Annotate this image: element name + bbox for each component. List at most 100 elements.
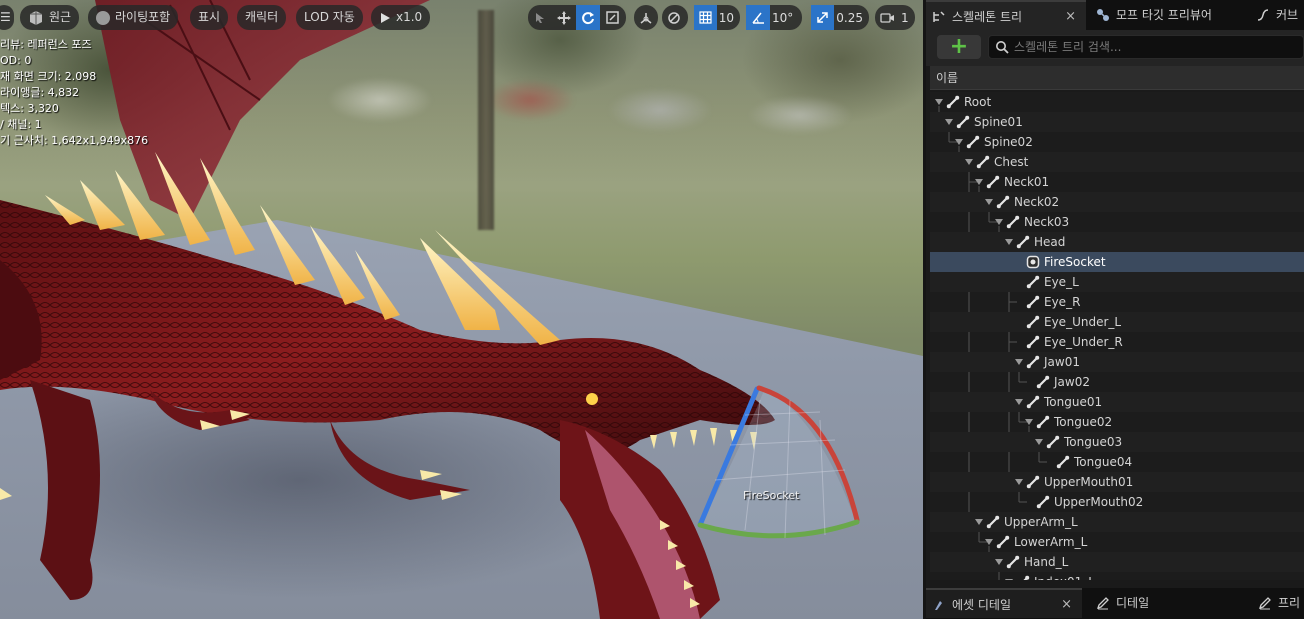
tab-preview-label: 프리 xyxy=(1278,596,1301,610)
socket-label: FireSocket xyxy=(743,489,800,502)
tab-morph-target-previewer[interactable]: 모프 타깃 프리뷰어 xyxy=(1090,0,1250,30)
bone-row[interactable]: Head xyxy=(930,232,1304,252)
lighting-button[interactable]: 라이팅포함 xyxy=(88,5,179,30)
tab-curves[interactable]: 커브 xyxy=(1250,0,1304,30)
expand-arrow-icon[interactable] xyxy=(935,99,943,105)
surface-snap-icon-cell xyxy=(662,5,686,30)
bone-label: Eye_R xyxy=(1044,295,1081,309)
expand-arrow-icon[interactable] xyxy=(975,179,983,185)
select-tool-button[interactable] xyxy=(528,5,552,30)
bone-row[interactable]: LowerArm_L xyxy=(930,532,1304,552)
socket-row[interactable]: FireSocket xyxy=(930,252,1304,272)
character-button[interactable]: 캐릭터 xyxy=(237,5,287,30)
tab-preview[interactable]: 프리 xyxy=(1252,588,1304,618)
search-input[interactable] xyxy=(1014,36,1294,58)
bone-row[interactable]: Spine01 xyxy=(930,112,1304,132)
bone-row[interactable]: Hand_L xyxy=(930,552,1304,572)
expand-arrow-icon[interactable] xyxy=(975,519,983,525)
tab-details[interactable]: 디테일 xyxy=(1090,588,1240,618)
show-button[interactable]: 표시 xyxy=(190,5,229,30)
surface-snap-button[interactable] xyxy=(662,5,688,30)
bone-row[interactable]: UpperMouth01 xyxy=(930,472,1304,492)
playback-speed-label: x1.0 xyxy=(396,10,423,24)
bone-row[interactable]: Eye_Under_R xyxy=(930,332,1304,352)
bone-row[interactable]: Index01_L xyxy=(930,572,1304,580)
translate-tool-button[interactable] xyxy=(552,5,576,30)
lod-button[interactable]: LOD 자동 xyxy=(296,5,363,30)
scale-snap-toggle[interactable] xyxy=(811,5,835,30)
expand-arrow-icon[interactable] xyxy=(1035,439,1043,445)
close-icon[interactable]: × xyxy=(1065,2,1076,32)
expand-arrow-icon[interactable] xyxy=(955,139,963,145)
playback-speed-button[interactable]: x1.0 xyxy=(371,5,431,30)
expand-arrow-icon[interactable] xyxy=(1025,419,1033,425)
expand-arrow-icon[interactable] xyxy=(985,539,993,545)
bone-row[interactable]: Tongue04 xyxy=(930,452,1304,472)
camera-speed-icon-cell xyxy=(875,5,899,30)
bone-row[interactable]: Root xyxy=(930,92,1304,112)
scale-tool-button[interactable] xyxy=(600,5,624,30)
bone-icon xyxy=(996,195,1010,209)
expand-arrow-icon[interactable] xyxy=(1015,359,1023,365)
scale-snap-icon xyxy=(817,12,828,23)
expand-arrow-icon[interactable] xyxy=(945,119,953,125)
viewport-toolbar: ☰ 원근 라이팅포함 표시 캐릭터 LOD 자동 x1.0 10 10° 0.2… xyxy=(0,5,923,31)
bone-icon xyxy=(1046,435,1060,449)
expand-arrow-icon[interactable] xyxy=(995,559,1003,565)
bone-row[interactable]: Neck01 xyxy=(930,172,1304,192)
bone-row[interactable]: Eye_Under_L xyxy=(930,312,1304,332)
expand-arrow-icon[interactable] xyxy=(1005,239,1013,245)
viewport[interactable]: FireSocket ☰ 원근 라이팅포함 표시 캐릭터 LOD 자동 x1.0… xyxy=(0,0,923,619)
expand-arrow-icon[interactable] xyxy=(1015,479,1023,485)
expand-arrow-icon[interactable] xyxy=(1015,399,1023,405)
bone-row[interactable]: Jaw02 xyxy=(930,372,1304,392)
pencil-icon xyxy=(1096,597,1109,610)
curve-icon xyxy=(1257,9,1269,21)
morph-target-icon xyxy=(1097,9,1109,21)
bone-row[interactable]: UpperMouth02 xyxy=(930,492,1304,512)
grid-snap-toggle[interactable] xyxy=(694,5,717,30)
bone-row[interactable]: Tongue01 xyxy=(930,392,1304,412)
tab-asset-details[interactable]: 에셋 디테일 × xyxy=(926,588,1082,618)
bone-row[interactable]: Eye_R xyxy=(930,292,1304,312)
expand-arrow-icon[interactable] xyxy=(1005,579,1013,580)
camera-speed-control[interactable]: 1 xyxy=(875,5,915,30)
bone-row[interactable]: Tongue03 xyxy=(930,432,1304,452)
bone-icon xyxy=(996,535,1010,549)
add-button[interactable]: + xyxy=(937,35,981,59)
bone-row[interactable]: Eye_L xyxy=(930,272,1304,292)
expand-arrow-icon[interactable] xyxy=(965,159,973,165)
bone-row[interactable]: Neck03 xyxy=(930,212,1304,232)
bone-row[interactable]: UpperArm_L xyxy=(930,512,1304,532)
rotate-tool-button[interactable] xyxy=(576,5,600,30)
surface-snap-icon xyxy=(668,11,680,24)
panel-tab-bar: 스켈레톤 트리 × 모프 타깃 프리뷰어 커브 xyxy=(926,0,1304,30)
rotation-snap-toggle[interactable] xyxy=(746,5,770,30)
grid-snap-control[interactable]: 10 xyxy=(694,5,740,30)
bone-row[interactable]: Tongue02 xyxy=(930,412,1304,432)
expand-arrow-icon[interactable] xyxy=(995,219,1003,225)
rotation-snap-control[interactable]: 10° xyxy=(746,5,802,30)
bone-row[interactable]: Spine02 xyxy=(930,132,1304,152)
perspective-button[interactable]: 원근 xyxy=(20,5,80,30)
tab-skeleton-tree[interactable]: 스켈레톤 트리 × xyxy=(926,0,1086,30)
viewport-menu-button[interactable]: ☰ xyxy=(0,5,14,30)
close-icon[interactable]: × xyxy=(1061,590,1072,619)
bone-row[interactable]: Jaw01 xyxy=(930,352,1304,372)
bone-icon xyxy=(1036,375,1050,389)
column-header-name[interactable]: 이름 xyxy=(930,66,1304,90)
lod-label: LOD 자동 xyxy=(304,10,355,24)
bone-row[interactable]: Neck02 xyxy=(930,192,1304,212)
scale-snap-control[interactable]: 0.25 xyxy=(811,5,869,30)
bone-row[interactable]: Chest xyxy=(930,152,1304,172)
expand-arrow-icon[interactable] xyxy=(985,199,993,205)
tab-asset-details-label: 에셋 디테일 xyxy=(952,598,1012,612)
pencil-icon xyxy=(1258,597,1271,610)
scale-snap-value: 0.25 xyxy=(836,10,863,25)
coord-space-button[interactable] xyxy=(634,5,658,30)
bone-icon xyxy=(1026,475,1040,489)
bone-label: UpperMouth02 xyxy=(1054,495,1144,509)
bone-icon xyxy=(1016,575,1030,580)
socket-icon xyxy=(1026,255,1040,269)
bone-icon xyxy=(1056,455,1070,469)
